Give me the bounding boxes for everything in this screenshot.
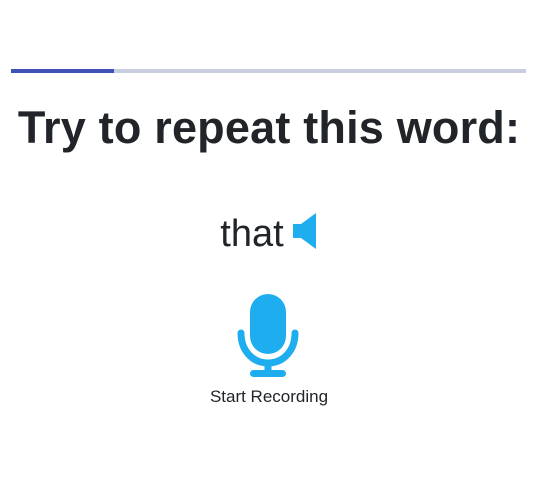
progress-bar-fill [11,69,114,73]
start-recording-label[interactable]: Start Recording [0,386,538,408]
exercise-page: Try to repeat this word: that Start Reco… [0,0,552,478]
speaker-icon[interactable] [292,212,318,250]
word-row: that [0,210,538,258]
microphone-icon[interactable] [236,293,300,379]
prompt-title: Try to repeat this word: [17,102,521,153]
target-word: that [220,213,284,255]
progress-bar [11,69,526,73]
